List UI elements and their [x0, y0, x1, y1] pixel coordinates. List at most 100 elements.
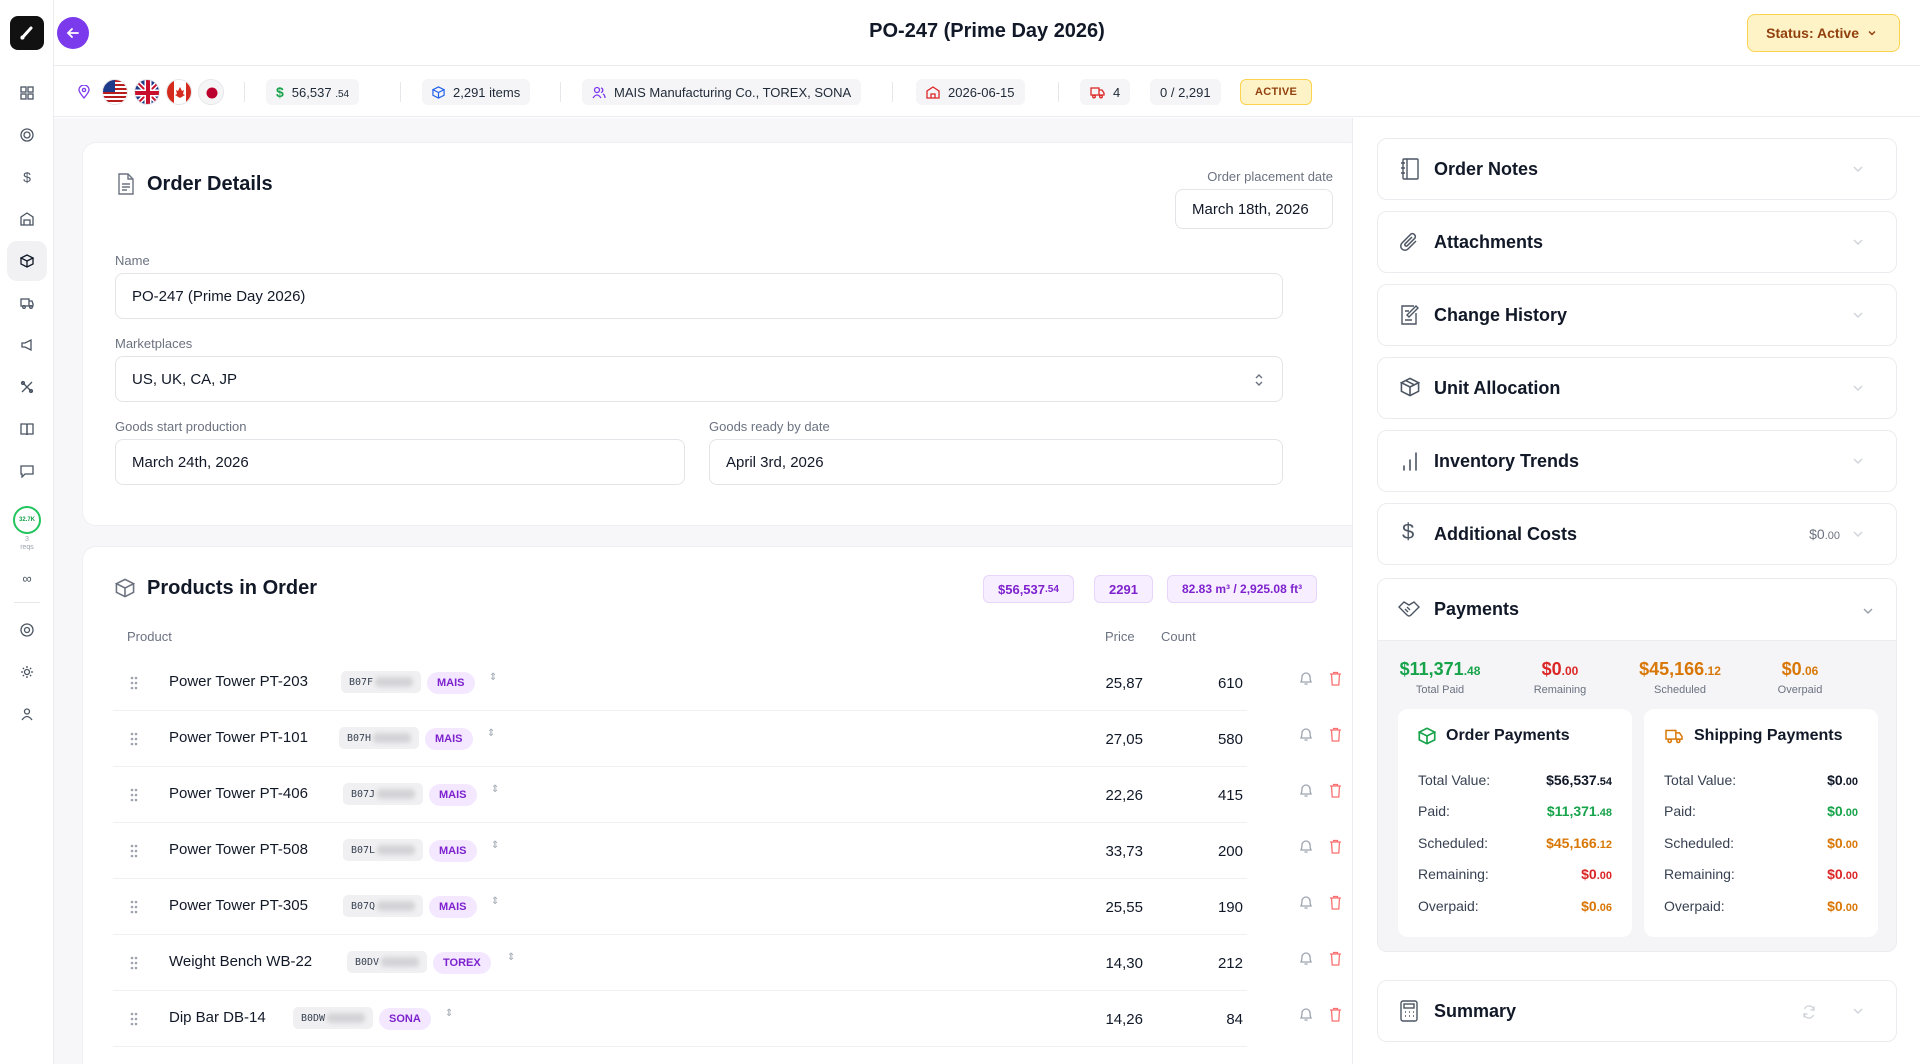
sort-icon[interactable]: ⇕	[507, 952, 515, 963]
sku-badge[interactable]: B07Q	[343, 895, 424, 917]
nav-finance[interactable]: $	[0, 159, 54, 195]
sort-icon[interactable]: ⇕	[445, 1008, 453, 1019]
product-name[interactable]: Weight Bench WB-22	[169, 953, 312, 970]
bell-icon[interactable]	[1299, 671, 1313, 686]
drag-handle-icon[interactable]	[129, 955, 139, 971]
count-value[interactable]: 84	[1193, 1011, 1243, 1028]
table-row[interactable]: Weight Bench WB-22 B0DV TOREX ⇕ 14,30 212	[113, 935, 1341, 991]
product-name[interactable]: Dip Bar DB-14	[169, 1009, 266, 1026]
drag-handle-icon[interactable]	[129, 675, 139, 691]
additional-costs-section[interactable]: $ Additional Costs $0.00	[1377, 503, 1897, 565]
price-value[interactable]: 33,73	[1013, 843, 1143, 860]
count-value[interactable]: 415	[1193, 787, 1243, 804]
sku-badge[interactable]: B0DW	[293, 1007, 374, 1029]
product-name[interactable]: Power Tower PT-406	[169, 785, 308, 802]
table-row[interactable]: Power Tower PT-101 B07H MAIS ⇕ 27,05 580	[113, 711, 1341, 767]
nav-shipments[interactable]	[0, 285, 54, 321]
drag-handle-icon[interactable]	[129, 787, 139, 803]
drag-handle-icon[interactable]	[129, 731, 139, 747]
sku-badge[interactable]: B0DV	[347, 951, 428, 973]
sku-badge[interactable]: B07J	[343, 783, 424, 805]
status-dropdown[interactable]: Status: Active	[1747, 14, 1900, 52]
bell-icon[interactable]	[1299, 951, 1313, 966]
sort-icon[interactable]: ⇕	[491, 896, 499, 907]
price-value[interactable]: 27,05	[1013, 731, 1143, 748]
trash-icon[interactable]	[1329, 727, 1342, 742]
usage-ring[interactable]: 32.7K	[13, 506, 41, 534]
trash-icon[interactable]	[1329, 895, 1342, 910]
nav-warehouse[interactable]	[0, 201, 54, 237]
summary-section[interactable]: Summary	[1377, 980, 1897, 1042]
product-name[interactable]: Power Tower PT-203	[169, 673, 308, 690]
trash-icon[interactable]	[1329, 671, 1342, 686]
nav-catalog[interactable]	[0, 411, 54, 447]
sort-icon[interactable]: ⇕	[487, 728, 495, 739]
product-name[interactable]: Power Tower PT-508	[169, 841, 308, 858]
marketplaces-select[interactable]: US, UK, CA, JP	[115, 356, 1283, 402]
inventory-trends-title: Inventory Trends	[1434, 451, 1580, 471]
start-production-field[interactable]: March 24th, 2026	[115, 439, 685, 485]
sort-icon[interactable]: ⇕	[491, 840, 499, 851]
nav-marketing[interactable]	[0, 327, 54, 363]
app-logo-icon[interactable]	[10, 16, 44, 50]
inventory-trends-section[interactable]: Inventory Trends	[1377, 430, 1897, 492]
nav-targets[interactable]	[0, 117, 54, 153]
price-value[interactable]: 25,55	[1013, 899, 1143, 916]
name-input[interactable]: PO-247 (Prime Day 2026)	[115, 273, 1283, 319]
unit-allocation-section[interactable]: Unit Allocation	[1377, 357, 1897, 419]
start-production-label: Goods start production	[115, 419, 247, 434]
nav-unlimited[interactable]: ∞	[0, 560, 54, 596]
trash-icon[interactable]	[1329, 839, 1342, 854]
drag-handle-icon[interactable]	[129, 1011, 139, 1027]
order-scheduled-line: Scheduled: $45,166.12	[1418, 835, 1612, 851]
nav-dashboard[interactable]	[0, 75, 54, 111]
drag-handle-icon[interactable]	[129, 843, 139, 859]
sort-icon[interactable]: ⇕	[491, 784, 499, 795]
price-value[interactable]: 14,26	[1013, 1011, 1143, 1028]
change-history-section[interactable]: Change History	[1377, 284, 1897, 346]
table-row[interactable]: Power Tower PT-406 B07J MAIS ⇕ 22,26 415	[113, 767, 1341, 823]
nav-theme[interactable]	[0, 654, 54, 690]
table-row[interactable]: Power Tower PT-305 B07Q MAIS ⇕ 25,55 190	[113, 879, 1341, 935]
sort-icon[interactable]: ⇕	[489, 672, 497, 683]
count-value[interactable]: 610	[1193, 675, 1243, 692]
product-name[interactable]: Power Tower PT-305	[169, 897, 308, 914]
nav-purchase-orders[interactable]	[0, 241, 54, 281]
payments-section: Payments $11,371.48 Total Paid $0.00 Rem…	[1377, 578, 1897, 952]
bell-icon[interactable]	[1299, 895, 1313, 910]
placement-date-field[interactable]: March 18th, 2026	[1175, 189, 1333, 229]
attachments-section[interactable]: Attachments	[1377, 211, 1897, 273]
trash-icon[interactable]	[1329, 1007, 1342, 1022]
sku-badge[interactable]: B07L	[343, 839, 424, 861]
refresh-icon[interactable]	[1802, 1005, 1816, 1019]
trash-icon[interactable]	[1329, 783, 1342, 798]
nav-tools[interactable]	[0, 369, 54, 405]
bell-icon[interactable]	[1299, 1007, 1313, 1022]
product-name[interactable]: Power Tower PT-101	[169, 729, 308, 746]
price-value[interactable]: 14,30	[1013, 955, 1143, 972]
table-row[interactable]: Power Tower PT-203 B07F MAIS ⇕ 25,87 610	[113, 655, 1341, 711]
bell-icon[interactable]	[1299, 839, 1313, 854]
order-notes-section[interactable]: Order Notes	[1377, 138, 1897, 200]
sku-badge[interactable]: B07F	[341, 671, 422, 693]
table-row[interactable]: Dip Bar DB-14 B0DW SONA ⇕ 14,26 84	[113, 991, 1341, 1047]
price-value[interactable]: 25,87	[1013, 675, 1143, 692]
payments-header[interactable]: Payments	[1378, 579, 1896, 641]
nav-support[interactable]	[0, 612, 54, 648]
nav-profile[interactable]	[0, 696, 54, 732]
drag-handle-icon[interactable]	[129, 899, 139, 915]
count-value[interactable]: 190	[1193, 899, 1243, 916]
count-value[interactable]: 580	[1193, 731, 1243, 748]
count-value[interactable]: 200	[1193, 843, 1243, 860]
trash-icon[interactable]	[1329, 951, 1342, 966]
ready-date-field[interactable]: April 3rd, 2026	[709, 439, 1283, 485]
book-icon	[7, 409, 47, 449]
sku-badge[interactable]: B07H	[339, 727, 420, 749]
suppliers-chip[interactable]: MAIS Manufacturing Co., TOREX, SONA	[582, 79, 862, 105]
table-row[interactable]: Power Tower PT-508 B07L MAIS ⇕ 33,73 200	[113, 823, 1341, 879]
nav-messages[interactable]	[0, 453, 54, 489]
price-value[interactable]: 22,26	[1013, 787, 1143, 804]
bell-icon[interactable]	[1299, 727, 1313, 742]
bell-icon[interactable]	[1299, 783, 1313, 798]
count-value[interactable]: 212	[1193, 955, 1243, 972]
